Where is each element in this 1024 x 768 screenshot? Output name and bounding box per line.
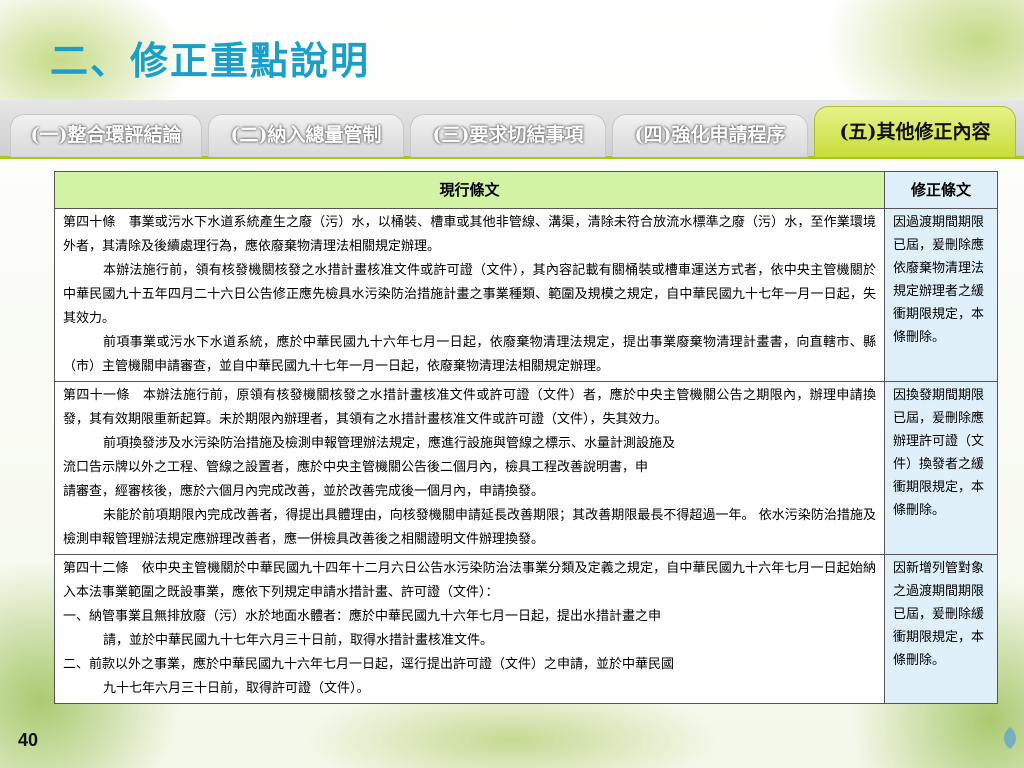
- current-article-42: 第四十二條 依中央主管機關於中華民國九十四年十二月六日公告水污染防治法事業分類及…: [54, 554, 885, 704]
- paragraph: 二、前款以外之事業，應於中華民國九十六年七月一日起，逕行提出許可證（文件）之申請…: [63, 657, 675, 672]
- page-title: 二、修正重點說明: [50, 38, 371, 83]
- comparison-table: 現行條文 修正條文 第四十條 事業或污水下水道系統產生之廢（污）水，以桶裝、槽車…: [54, 171, 998, 704]
- current-article-40: 第四十條 事業或污水下水道系統產生之廢（污）水，以桶裝、槽車或其他非管線、溝渠，…: [54, 208, 885, 382]
- current-article-41: 第四十一條 本辦法施行前，原領有核發機關核發之水措計畫核准文件或許可證（文件）者…: [54, 381, 885, 555]
- table-row: 第四十條 事業或污水下水道系統產生之廢（污）水，以桶裝、槽車或其他非管線、溝渠，…: [54, 208, 998, 382]
- table-row: 第四十一條 本辦法施行前，原領有核發機關核發之水措計畫核准文件或許可證（文件）者…: [54, 381, 998, 555]
- tab-other-revisions[interactable]: (五)其他修正內容: [814, 106, 1016, 157]
- paragraph: 前項換發涉及水污染防治措施及檢測申報管理辦法規定，應進行設施與管線之標示、水量計…: [103, 436, 676, 451]
- header-current: 現行條文: [54, 171, 885, 209]
- leaf-logo-icon: [1000, 725, 1020, 755]
- paragraph: 未能於前項期限內完成改善者，得提出具體理由，向核發機關申請延長改善期限；其改善期…: [63, 508, 876, 547]
- tab-affidavit[interactable]: (三)要求切結事項: [410, 114, 606, 157]
- paragraph: 本辦法施行前，領有核發機關核發之水措計畫核准文件或許可證（文件），其內容記載有關…: [63, 263, 876, 326]
- table-row: 第四十二條 依中央主管機關於中華民國九十四年十二月六日公告水污染防治法事業分類及…: [54, 554, 998, 704]
- paragraph: 請審查，經審核後，應於六個月內完成改善，並於改善完成後一個月內，申請換發。: [63, 484, 545, 499]
- tab-bar: (一)整合環評結論 (二)納入總量管制 (三)要求切結事項 (四)強化申請程序 …: [0, 100, 1024, 159]
- paragraph: 九十七年六月三十日前，取得許可證（文件）。: [103, 681, 370, 696]
- paragraph: 一、納管事業且無排放廢（污）水於地面水體者：應於中華民國九十六年七月一日起，提出…: [63, 609, 662, 624]
- paragraph: 流口告示牌以外之工程、管線之設置者，應於中央主管機關公告後二個月內，檢具工程改善…: [63, 460, 649, 475]
- paragraph: 第四十一條 本辦法施行前，原領有核發機關核發之水措計畫核准文件或許可證（文件）者…: [63, 388, 876, 427]
- paragraph: 第四十條 事業或污水下水道系統產生之廢（污）水，以桶裝、槽車或其他非管線、溝渠，…: [63, 215, 876, 254]
- paragraph: 第四十二條 依中央主管機關於中華民國九十四年十二月六日公告水污染防治法事業分類及…: [63, 561, 876, 600]
- revised-article-42: 因新增列管對象之過渡期間期限已屆，爰刪除緩衝期限規定，本條刪除。: [884, 554, 998, 704]
- page-number: 40: [18, 730, 39, 750]
- tab-application-procedure[interactable]: (四)強化申請程序: [612, 114, 808, 157]
- tab-integrate-eia[interactable]: (一)整合環評結論: [10, 114, 202, 157]
- paragraph: 請，並於中華民國九十七年六月三十日前，取得水措計畫核准文件。: [103, 633, 494, 648]
- header-revised: 修正條文: [884, 171, 998, 209]
- revised-article-40: 因過渡期間期限已屆，爰刪除應依廢棄物清理法規定辦理者之緩衝期限規定，本條刪除。: [884, 208, 998, 382]
- revised-article-41: 因換發期間期限已屆，爰刪除應辦理許可證（文件）換發者之緩衝期限規定，本條刪除。: [884, 381, 998, 555]
- table-header-row: 現行條文 修正條文: [54, 171, 998, 209]
- tab-total-control[interactable]: (二)納入總量管制: [208, 114, 404, 157]
- paragraph: 前項事業或污水下水道系統，應於中華民國九十六年七月一日起，依廢棄物清理法規定，提…: [63, 335, 876, 374]
